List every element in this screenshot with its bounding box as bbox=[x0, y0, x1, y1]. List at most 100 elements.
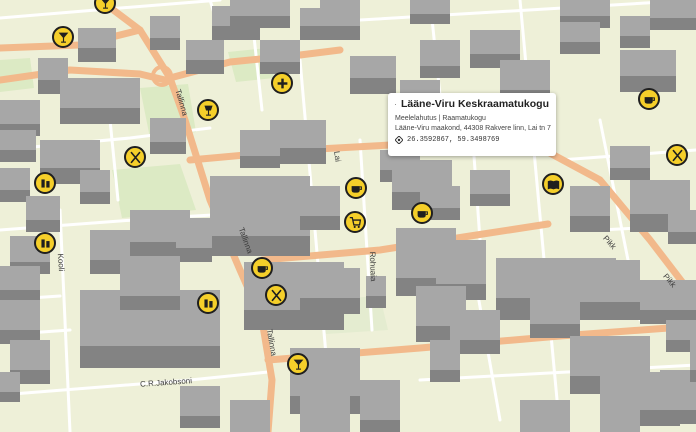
poi-popup[interactable]: Lääne-Viru Keskraamatukogu Meelelahutus … bbox=[388, 93, 556, 156]
building bbox=[0, 130, 36, 150]
plus-icon[interactable] bbox=[271, 72, 293, 94]
building-side bbox=[60, 108, 140, 124]
building bbox=[666, 320, 696, 340]
building bbox=[450, 310, 500, 340]
building bbox=[620, 16, 650, 36]
building-side bbox=[690, 370, 696, 382]
bar-icon[interactable] bbox=[34, 172, 56, 194]
popup-coordinates-row: 26.3592867, 59.3498769 bbox=[395, 136, 549, 144]
building-side bbox=[580, 302, 640, 320]
building bbox=[180, 386, 220, 416]
building bbox=[420, 40, 460, 66]
cart-icon[interactable] bbox=[344, 211, 366, 233]
popup-category: Meelelahutus | Raamatukogu bbox=[395, 115, 486, 122]
building bbox=[430, 340, 460, 370]
building-side bbox=[300, 216, 340, 230]
building-side bbox=[78, 48, 116, 62]
building bbox=[0, 168, 30, 190]
popup-address: Lääne-Viru maakond, 44308 Rakvere linn, … bbox=[395, 125, 551, 132]
restaurant-icon[interactable] bbox=[124, 146, 146, 168]
building bbox=[360, 380, 400, 420]
building-side bbox=[610, 168, 650, 180]
building-side bbox=[668, 232, 696, 244]
building-side bbox=[350, 78, 396, 94]
building-side bbox=[650, 18, 696, 30]
map-view[interactable]: Tallinna Tallinna Tallinna Rohuaia Kooli… bbox=[0, 0, 696, 432]
building bbox=[690, 340, 696, 370]
building bbox=[0, 266, 40, 290]
building bbox=[60, 78, 140, 108]
building bbox=[560, 22, 600, 42]
restaurant-icon[interactable] bbox=[265, 284, 287, 306]
cocktail-icon[interactable] bbox=[287, 353, 309, 375]
building bbox=[0, 100, 40, 124]
building-side bbox=[410, 14, 450, 24]
building bbox=[300, 392, 350, 432]
building bbox=[500, 60, 550, 90]
building-side bbox=[560, 42, 600, 54]
building-side bbox=[620, 36, 650, 48]
building bbox=[530, 296, 580, 324]
building bbox=[0, 372, 20, 392]
building bbox=[630, 180, 690, 214]
building-side bbox=[0, 150, 36, 162]
popup-title: Lääne-Viru Keskraamatukogu bbox=[400, 98, 549, 110]
street-label: Rohuaia bbox=[367, 251, 378, 282]
building-side bbox=[570, 216, 610, 232]
building bbox=[580, 260, 640, 302]
building bbox=[350, 56, 396, 78]
coffee-icon[interactable] bbox=[251, 257, 273, 279]
book-icon[interactable] bbox=[542, 173, 564, 195]
building-side bbox=[120, 296, 180, 310]
building-side bbox=[366, 296, 386, 308]
building bbox=[240, 130, 280, 156]
building-side bbox=[240, 156, 280, 168]
coffee-icon[interactable] bbox=[638, 88, 660, 110]
building bbox=[610, 146, 650, 168]
building-side bbox=[470, 194, 510, 206]
location-icon bbox=[395, 136, 403, 144]
building bbox=[668, 210, 696, 232]
building bbox=[300, 8, 360, 26]
building-side bbox=[530, 324, 580, 338]
building bbox=[120, 256, 180, 296]
building-side bbox=[210, 236, 310, 256]
building-side bbox=[180, 416, 220, 428]
building bbox=[560, 0, 610, 16]
street-label: Lai bbox=[332, 150, 343, 163]
building-side bbox=[176, 248, 212, 262]
building bbox=[40, 140, 100, 168]
popup-coordinates[interactable]: 26.3592867, 59.3498769 bbox=[407, 136, 499, 144]
building bbox=[570, 186, 610, 216]
bar-icon[interactable] bbox=[34, 232, 56, 254]
building bbox=[620, 50, 676, 76]
building-side bbox=[26, 220, 60, 232]
building bbox=[10, 340, 50, 370]
building bbox=[470, 170, 510, 194]
building bbox=[300, 186, 340, 216]
book-icon bbox=[395, 103, 396, 105]
building-side bbox=[212, 26, 260, 40]
building bbox=[150, 118, 186, 142]
building bbox=[570, 336, 650, 376]
building-side bbox=[150, 142, 186, 154]
drink-icon[interactable] bbox=[197, 99, 219, 121]
bar-icon[interactable] bbox=[197, 292, 219, 314]
park-area bbox=[112, 164, 196, 218]
building-side bbox=[300, 26, 360, 40]
building bbox=[520, 400, 570, 432]
restaurant-icon[interactable] bbox=[666, 144, 688, 166]
building-side bbox=[80, 346, 220, 368]
building-side bbox=[230, 16, 290, 28]
building bbox=[650, 0, 696, 18]
building bbox=[80, 170, 110, 192]
cocktail-icon[interactable] bbox=[52, 26, 74, 48]
coffee-icon[interactable] bbox=[345, 177, 367, 199]
building bbox=[26, 196, 60, 220]
building-side bbox=[0, 392, 20, 402]
building bbox=[186, 40, 224, 60]
coffee-icon[interactable] bbox=[411, 202, 433, 224]
street-label: Kooli bbox=[55, 253, 67, 272]
building bbox=[230, 400, 270, 432]
building bbox=[176, 218, 212, 248]
